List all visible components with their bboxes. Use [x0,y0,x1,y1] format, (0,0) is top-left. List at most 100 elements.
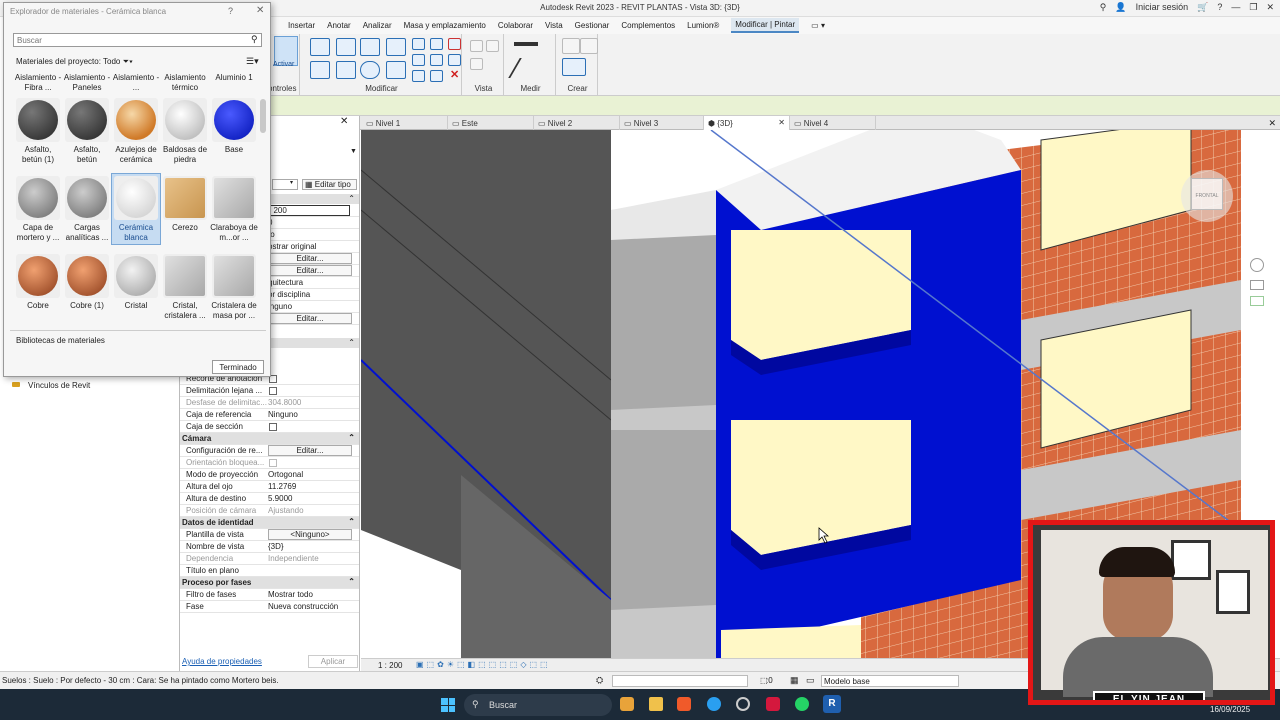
material-label[interactable]: Baldosas de piedra [161,145,209,165]
property-value[interactable]: Ninguno [268,410,298,419]
view-hide-icon[interactable] [470,40,483,52]
property-value[interactable]: Ortogonal [268,470,303,479]
tab-nivel-4[interactable]: ▭ Nivel 4 [790,116,876,130]
edge-icon[interactable] [707,697,721,711]
collapse-icon[interactable]: ⌃ [348,194,355,203]
material-swatch[interactable] [114,254,158,298]
tab-extra-icon[interactable]: ▭ ▾ [811,21,825,30]
array-icon[interactable] [412,54,425,66]
material-label[interactable]: Aislamiento - ... [112,73,160,93]
tab-vista[interactable]: Vista [545,21,563,30]
column-low[interactable] [611,430,716,610]
tab-analizar[interactable]: Analizar [363,21,392,30]
collapse-icon[interactable]: ⌃ [348,577,355,586]
material-swatch[interactable] [65,254,109,298]
autocad-icon[interactable] [766,697,780,711]
property-checkbox[interactable] [269,459,277,467]
tab-masa[interactable]: Masa y emplazamiento [404,21,486,30]
unpin-icon[interactable] [448,54,461,66]
material-label[interactable]: Claraboya de m...or ... [210,223,258,243]
collapse-icon[interactable]: ⌃ [348,517,355,526]
tab-close-icon[interactable]: ✕ [778,118,785,127]
material-swatch[interactable] [65,176,109,220]
material-label[interactable]: Cerámica blanca [112,223,160,243]
material-label[interactable]: Cobre [14,301,62,311]
material-scrollbar[interactable] [260,99,266,133]
material-label[interactable]: Asfalto, betún (1) [14,145,62,165]
project-materials-filter[interactable]: Materiales del proyecto: Todo ⏷▾ [16,57,133,67]
tab-colaborar[interactable]: Colaborar [498,21,533,30]
collapse-icon-2[interactable]: ⌃ [348,338,355,347]
steering-wheel-icon[interactable] [1250,258,1264,272]
mirror-axis-icon[interactable] [360,38,380,56]
rotate-icon[interactable] [360,61,380,79]
material-label[interactable]: Aislamiento - Fibra ... [14,73,62,93]
trim-icon[interactable] [386,61,406,79]
create-group-icon[interactable] [562,38,580,54]
start-icon[interactable] [441,698,455,712]
measure-icon[interactable] [514,42,538,46]
trim-small-icon[interactable] [430,70,443,82]
type-dropdown-arrow-icon[interactable]: ▼ [350,148,357,155]
tab-anotar[interactable]: Anotar [327,21,351,30]
close-icon[interactable]: ✕ [1266,2,1274,13]
property-value[interactable]: Independiente [268,554,319,563]
mirror-draw-icon[interactable] [386,38,406,56]
tab-insertar[interactable]: Insertar [288,21,315,30]
edit-type-button[interactable]: ▦ Editar tipo [302,179,357,190]
property-checkbox[interactable] [269,423,277,431]
scale-icon[interactable] [430,54,443,66]
material-swatch[interactable] [163,176,207,220]
zoom-region-icon[interactable] [1250,296,1264,306]
revit-links-item[interactable]: Vínculos de Revit [28,381,90,390]
material-swatch[interactable] [16,176,60,220]
property-button[interactable]: <Ninguno> [268,529,352,540]
edit-button[interactable]: Editar... [268,265,352,276]
material-label[interactable]: Aislamiento térmico [161,73,209,93]
material-label[interactable]: Cobre (1) [63,301,111,311]
tab-nivel-1[interactable]: ▭ Nivel 1 [362,116,448,130]
create-similar-icon[interactable] [562,58,586,76]
pin-icon[interactable] [430,38,443,50]
worksets-icon[interactable]: ⛭ [596,675,603,686]
edit-button[interactable]: Editar... [268,253,352,264]
property-value[interactable]: 11.2769 [268,482,296,491]
apply-button[interactable]: Aplicar [308,655,358,668]
material-label[interactable]: Asfalto, betún [63,145,111,165]
material-swatch[interactable] [212,176,256,220]
collapse-icon[interactable]: ⌃ [348,433,355,442]
done-button[interactable]: Terminado [212,360,264,374]
tabs-close-all-icon[interactable]: ✕ [1268,118,1276,129]
property-value[interactable]: 5.9000 [268,494,292,503]
property-section[interactable]: Cámara ⌃ [180,433,359,445]
material-search-input[interactable] [13,33,262,47]
edit-button[interactable]: Editar... [268,313,352,324]
dialog-close-icon[interactable]: ✕ [256,5,264,16]
cart-icon[interactable]: 🛒 [1197,2,1208,13]
material-label[interactable]: Cargas analíticas ... [63,223,111,243]
delete-small-icon[interactable] [448,38,461,50]
design-options-icon[interactable]: ▦ [790,675,799,686]
instance-selector-arrow-icon[interactable]: ▾ [290,179,293,186]
property-value[interactable]: Mostrar todo [268,590,313,599]
view-override-icon[interactable] [486,40,499,52]
material-swatch[interactable] [16,254,60,298]
property-button[interactable]: Editar... [268,445,352,456]
property-value[interactable]: Ajustando [268,506,304,515]
split-icon[interactable] [412,38,425,50]
help-link[interactable]: Ayuda de propiedades [182,657,262,666]
material-swatch[interactable] [212,254,256,298]
column-mid[interactable] [611,235,716,410]
brave-icon[interactable] [677,697,691,711]
material-label[interactable]: Cristalera de masa por ... [210,301,258,321]
search-icon[interactable]: ⚲ [251,34,258,45]
people-icon[interactable]: ⚲ [1100,2,1107,13]
workset-selector[interactable] [612,675,748,687]
instance-selector[interactable] [272,179,298,190]
tab-complementos[interactable]: Complementos [621,21,675,30]
zoom-icon[interactable] [1250,280,1264,290]
taskbar-search[interactable]: ⚲ Buscar [464,694,612,716]
tab-3d[interactable]: ⬢ {3D} ✕ [704,116,790,130]
material-swatch[interactable] [114,176,158,220]
revit-icon[interactable]: R [823,695,841,713]
